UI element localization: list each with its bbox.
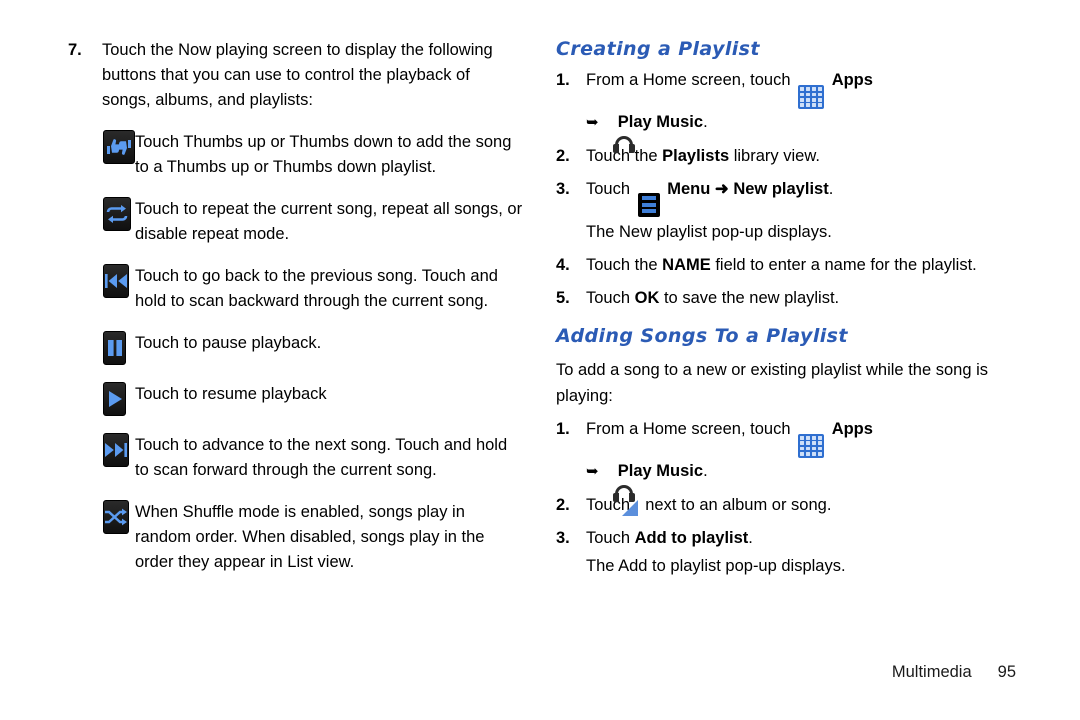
step-7-text: Touch the Now playing screen to display …	[102, 41, 493, 109]
as-step-1-body: From a Home screen, touch Apps	[586, 416, 1016, 458]
as-step-1-period: .	[703, 461, 708, 480]
as-step-2-body: Touch next to an album or song.	[586, 492, 1016, 518]
cp-step-4: 4. Touch the NAME field to enter a name …	[556, 252, 1016, 278]
control-desc-pause: Touch to pause playback.	[135, 334, 322, 352]
arrow-icon: ➥	[586, 114, 599, 132]
cp-step-5-post: to save the new playlist.	[663, 288, 840, 307]
footer-chapter: Multimedia	[891, 663, 972, 681]
adding-songs-intro: To add a song to a new or existing playl…	[556, 360, 988, 405]
control-row-play: Touch to resume playback	[68, 382, 523, 416]
cp-step-4-pre: Touch the	[586, 255, 658, 274]
as-step-3-number: 3.	[556, 528, 570, 547]
cp-step-3-number: 3.	[556, 180, 570, 199]
cp-step-3-arrow: ➜	[714, 180, 729, 199]
as-step-1-pre: From a Home screen, touch	[586, 419, 791, 438]
manual-page: 7. Touch the Now playing screen to displ…	[0, 0, 1080, 720]
control-row-shuffle: When Shuffle mode is enabled, songs play…	[68, 500, 523, 575]
cp-step-5-number: 5.	[556, 288, 570, 307]
cp-step-5-body: Touch OK to save the new playlist.	[586, 285, 1016, 311]
cp-step-3-newplaylist-label: New playlist	[733, 180, 829, 199]
as-step-3: 3. Touch Add to playlist.	[556, 525, 1016, 551]
cp-step-3-period: .	[828, 180, 834, 199]
as-step-1-apps-label: Apps	[831, 419, 873, 438]
cp-step-1: 1. From a Home screen, touch Apps	[556, 67, 1016, 110]
as-step-1: 1. From a Home screen, touch Apps	[556, 416, 1016, 458]
cp-step-5-pre: Touch	[586, 288, 631, 307]
next-track-icon-cell	[68, 433, 129, 467]
cp-step-2-number: 2.	[556, 147, 570, 166]
cp-step-1-apps-label: Apps	[831, 71, 873, 89]
page-footer: Multimedia 95	[892, 663, 1016, 682]
cp-step-3-note: The New playlist pop-up displays.	[586, 222, 832, 241]
cp-step-3: 3. Touch Menu ➜ New playlist.	[556, 176, 1016, 217]
cp-step-1-number: 1.	[556, 71, 570, 89]
apps-grid-icon	[798, 73, 825, 110]
as-step-2-number: 2.	[556, 495, 570, 514]
cp-step-1-pre: From a Home screen, touch	[586, 71, 791, 89]
cp-step-1-body: From a Home screen, touch Apps	[586, 67, 1016, 110]
cp-step-1-play-music-label: Play Music	[617, 113, 704, 132]
as-step-1-number: 1.	[556, 419, 570, 438]
step-7-number: 7.	[68, 41, 82, 59]
cp-step-3-pre: Touch	[586, 180, 631, 199]
as-step-3-body: Touch Add to playlist.	[586, 525, 1016, 551]
control-row-repeat: Touch to repeat the current song, repeat…	[68, 197, 523, 247]
creating-playlist-steps: 1. From a Home screen, touch Apps ➥ Play…	[556, 67, 1016, 311]
cp-step-4-number: 4.	[556, 255, 570, 274]
control-desc-previous: Touch to go back to the previous song. T…	[135, 267, 498, 310]
control-row-next: Touch to advance to the next song. Touch…	[68, 433, 523, 483]
cp-step-5: 5. Touch OK to save the new playlist.	[556, 285, 1016, 311]
cp-step-2-bold: Playlists	[662, 147, 730, 166]
control-desc-repeat: Touch to repeat the current song, repeat…	[135, 200, 523, 243]
thumbs-up-down-icon-cell	[68, 130, 135, 164]
pause-icon	[103, 331, 126, 365]
control-desc-shuffle: When Shuffle mode is enabled, songs play…	[135, 503, 485, 571]
shuffle-icon-cell	[68, 500, 129, 534]
as-step-3-period: .	[748, 528, 753, 547]
cp-step-2-post: library view.	[733, 147, 820, 166]
section-title-creating-playlist: Creating a Playlist	[556, 38, 760, 60]
left-column: 7. Touch the Now playing screen to displ…	[68, 38, 523, 575]
cp-step-1-period: .	[703, 113, 708, 132]
as-step-2-post: next to an album or song.	[645, 495, 832, 514]
as-step-1-play-music-label: Play Music	[617, 461, 704, 480]
control-row-previous: Touch to go back to the previous song. T…	[68, 264, 523, 314]
as-step-1-substep: ➥ Play Music.	[586, 458, 1016, 485]
as-step-3-note: The Add to playlist pop-up displays.	[586, 556, 846, 575]
control-desc-thumbs: Touch Thumbs up or Thumbs down to add th…	[135, 133, 512, 176]
play-icon	[103, 382, 126, 416]
cp-step-1-substep: ➥ Play Music.	[586, 109, 1016, 136]
cp-step-3-body: Touch Menu ➜ New playlist.	[586, 176, 1016, 217]
previous-track-icon-cell	[68, 264, 129, 298]
repeat-icon-cell	[68, 197, 131, 231]
control-row-pause: Touch to pause playback.	[68, 331, 523, 365]
as-step-3-pre: Touch	[586, 528, 631, 547]
play-icon-cell	[68, 382, 126, 416]
footer-page-number: 95	[997, 663, 1016, 681]
control-desc-play: Touch to resume playback	[135, 385, 327, 403]
right-column: Creating a Playlist 1. From a Home scree…	[556, 38, 1016, 579]
cp-step-5-bold: OK	[634, 288, 660, 307]
arrow-icon: ➥	[586, 462, 599, 480]
cp-step-2-body: Touch the Playlists library view.	[586, 143, 1016, 169]
section-title-adding-songs: Adding Songs To a Playlist	[556, 324, 848, 347]
as-step-3-bold: Add to playlist	[634, 528, 749, 547]
cp-step-4-post: field to enter a name for the playlist.	[715, 255, 977, 274]
cp-step-3-menu-label: Menu	[667, 180, 711, 199]
cp-step-4-body: Touch the NAME field to enter a name for…	[586, 252, 1016, 278]
control-desc-next: Touch to advance to the next song. Touch…	[135, 436, 508, 479]
pause-icon-cell	[68, 331, 126, 365]
adding-songs-steps: 1. From a Home screen, touch Apps ➥ Play…	[556, 416, 1016, 579]
control-row-thumbs: Touch Thumbs up or Thumbs down to add th…	[68, 130, 523, 180]
menu-list-icon	[637, 192, 660, 217]
step-7: 7. Touch the Now playing screen to displ…	[68, 38, 523, 113]
apps-grid-icon	[798, 422, 825, 458]
cp-step-4-bold: NAME	[662, 255, 711, 274]
